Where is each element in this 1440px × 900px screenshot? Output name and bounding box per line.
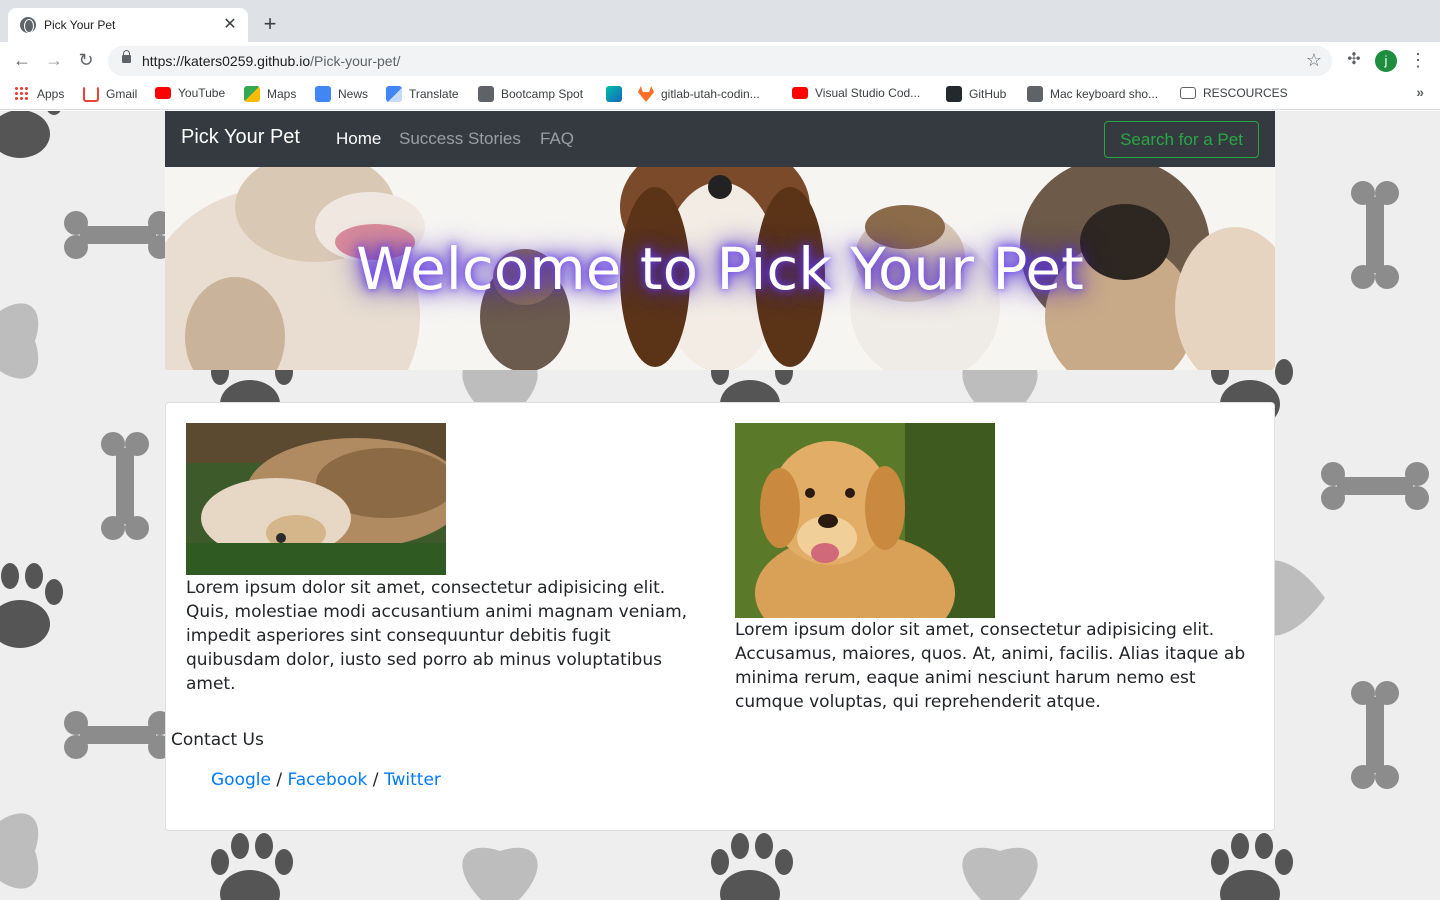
url-text: https://katers0259.github.io/Pick-your-p… — [142, 53, 400, 69]
browser-toolbar: ← → ↻ https://katers0259.github.io/Pick-… — [0, 42, 1440, 78]
gitlab-icon — [638, 86, 654, 102]
bookmark-label: Apps — [37, 87, 65, 101]
address-bar[interactable]: https://katers0259.github.io/Pick-your-p… — [108, 46, 1332, 76]
bookmark-label: Gmail — [106, 87, 138, 101]
cat-dog-photo — [186, 423, 446, 575]
bookmark-label: Visual Studio Cod... — [815, 86, 921, 100]
link-separator: / — [372, 770, 379, 790]
nav-home[interactable]: Home — [336, 129, 381, 149]
apple-icon — [1027, 86, 1043, 102]
bookmarks-bar: Apps Gmail YouTube Maps News Translate B… — [0, 78, 1440, 110]
kebab-menu-icon[interactable]: ⋮ — [1408, 50, 1428, 70]
tab-title: Pick Your Pet — [44, 18, 116, 32]
bookmark-bootcamp[interactable]: Bootcamp Spot — [478, 86, 583, 102]
bookmark-apps[interactable]: Apps — [14, 86, 64, 102]
url-path: /Pick-your-pet/ — [310, 53, 401, 69]
folder-icon — [1180, 87, 1196, 99]
browser-tab-active[interactable]: Pick Your Pet ✕ — [8, 8, 248, 42]
facebook-link[interactable]: Facebook — [288, 770, 368, 790]
bookmark-label: News — [338, 87, 369, 101]
bookmark-label: YouTube — [178, 86, 226, 100]
extensions-puzzle-icon[interactable]: ✣ — [1344, 50, 1364, 70]
forward-icon[interactable]: → — [42, 48, 66, 72]
bookmark-label: gitlab-utah-codin... — [661, 87, 760, 101]
bookmark-youtube[interactable]: YouTube — [155, 86, 225, 100]
bookmark-news[interactable]: News — [315, 86, 368, 102]
navbar-brand[interactable]: Pick Your Pet — [181, 126, 300, 149]
contact-links: Google / Facebook / Twitter — [211, 770, 441, 790]
url-host: https://katers0259.github.io — [142, 53, 311, 69]
nav-faq[interactable]: FAQ — [540, 129, 574, 149]
google-link[interactable]: Google — [211, 770, 271, 790]
bookmark-maps[interactable]: Maps — [244, 86, 296, 102]
bookmark-label: Bootcamp Spot — [501, 87, 584, 101]
globe-icon — [478, 86, 494, 102]
back-icon[interactable]: ← — [10, 48, 34, 72]
hero-banner: Welcome to Pick Your Pet — [165, 167, 1275, 370]
youtube-icon — [155, 87, 171, 99]
bookmark-github[interactable]: GitHub — [946, 86, 1006, 102]
content-card: Lorem ipsum dolor sit amet, consectetur … — [165, 402, 1275, 831]
bookmark-label: Translate — [409, 87, 459, 101]
bookmark-gitlab[interactable]: gitlab-utah-codin... — [638, 86, 760, 102]
hero-title: Welcome to Pick Your Pet — [356, 235, 1084, 303]
bookmark-k[interactable] — [606, 86, 629, 102]
bookmark-gmail[interactable]: Gmail — [83, 86, 137, 102]
nav-success-stories[interactable]: Success Stories — [399, 129, 521, 149]
gmail-icon — [83, 86, 99, 102]
bookmark-translate[interactable]: Translate — [386, 86, 459, 102]
lock-icon — [122, 50, 131, 63]
golden-retriever-photo — [735, 423, 995, 618]
close-tab-icon[interactable]: ✕ — [222, 17, 238, 33]
search-pet-button[interactable]: Search for a Pet — [1104, 121, 1259, 158]
new-tab-button[interactable]: + — [258, 12, 282, 36]
globe-icon — [20, 17, 36, 33]
reload-icon[interactable]: ↻ — [74, 48, 98, 72]
translate-icon — [386, 86, 402, 102]
youtube-icon — [792, 87, 808, 99]
bookmark-star-icon[interactable]: ☆ — [1306, 50, 1322, 71]
profile-avatar[interactable]: j — [1375, 50, 1397, 72]
page-viewport: Pick Your Pet Home Success Stories FAQ S… — [0, 111, 1440, 900]
right-description: Lorem ipsum dolor sit amet, consectetur … — [735, 620, 1246, 712]
k-logo-icon — [606, 86, 622, 102]
bookmark-label: GitHub — [969, 87, 1007, 101]
link-separator: / — [276, 770, 283, 790]
bookmark-folder-rescources[interactable]: RESCOURCES — [1180, 86, 1288, 100]
news-icon — [315, 86, 331, 102]
bookmark-mac-keyboard[interactable]: Mac keyboard sho... — [1027, 86, 1158, 102]
bookmark-label: Maps — [267, 87, 297, 101]
bookmark-label: RESCOURCES — [1203, 86, 1288, 100]
browser-tabstrip: Pick Your Pet ✕ + — [0, 0, 1440, 42]
github-icon — [946, 86, 962, 102]
bookmark-label: Mac keyboard sho... — [1050, 87, 1159, 101]
bookmark-vscode[interactable]: Visual Studio Cod... — [792, 86, 920, 100]
maps-icon — [244, 86, 260, 102]
site-navbar: Pick Your Pet Home Success Stories FAQ S… — [165, 111, 1275, 167]
more-bookmarks-icon[interactable]: » — [1416, 84, 1424, 100]
twitter-link[interactable]: Twitter — [384, 770, 441, 790]
contact-title: Contact Us — [171, 730, 264, 750]
left-description: Lorem ipsum dolor sit amet, consectetur … — [186, 578, 688, 694]
apps-grid-icon — [14, 86, 30, 102]
